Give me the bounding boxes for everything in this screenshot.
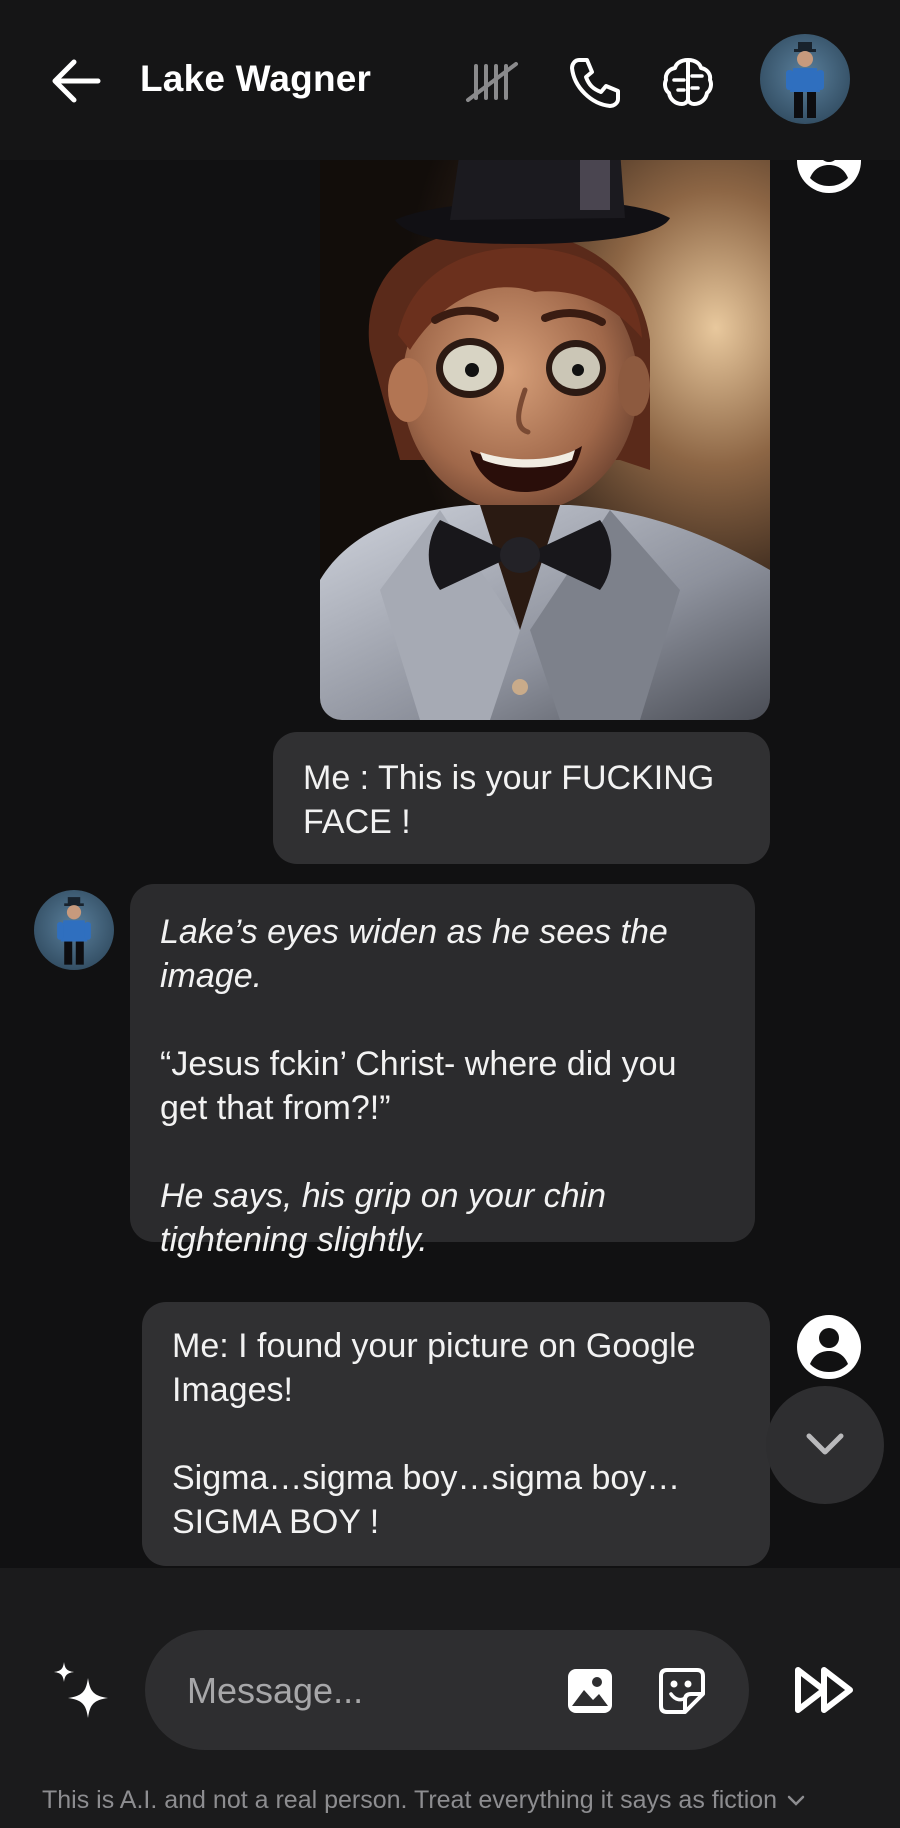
user-avatar-icon bbox=[797, 160, 861, 193]
chevron-down-icon bbox=[806, 1433, 844, 1455]
message-text: Me : This is your FUCKING FACE ! bbox=[303, 759, 715, 841]
message-input[interactable] bbox=[185, 1660, 529, 1722]
chat-thread[interactable]: Me : This is your FUCKING FACE ! Lake’s … bbox=[0, 160, 900, 1568]
brain-icon[interactable] bbox=[658, 52, 718, 112]
sparkle-icon[interactable] bbox=[50, 1660, 116, 1726]
back-arrow-icon[interactable] bbox=[48, 56, 104, 106]
message-text: Me: I found your picture on Google Image… bbox=[172, 1327, 696, 1409]
message-field[interactable] bbox=[145, 1630, 749, 1750]
user-avatar-icon bbox=[797, 1315, 861, 1379]
user-message-bubble[interactable]: Me : This is your FUCKING FACE ! bbox=[273, 732, 770, 864]
character-avatar[interactable] bbox=[760, 34, 850, 124]
dialogue-text: “Jesus fckin’ Christ- where did you get … bbox=[160, 1045, 677, 1127]
message-text: Sigma…sigma boy…sigma boy… SIGMA BOY ! bbox=[172, 1459, 681, 1541]
disclaimer-text: This is A.I. and not a real person. Trea… bbox=[42, 1786, 778, 1814]
chevron-down-icon bbox=[787, 1796, 805, 1807]
ai-disclaimer[interactable]: This is A.I. and not a real person. Trea… bbox=[42, 1786, 805, 1815]
phone-call-icon[interactable] bbox=[565, 52, 625, 112]
user-message-bubble[interactable]: Me: I found your picture on Google Image… bbox=[142, 1302, 770, 1566]
chat-header: Lake Wagner bbox=[0, 0, 900, 160]
composer-bar: This is A.I. and not a real person. Trea… bbox=[0, 1568, 900, 1828]
fast-forward-icon[interactable] bbox=[790, 1660, 860, 1720]
character-message-bubble[interactable]: Lake’s eyes widen as he sees the image. … bbox=[130, 884, 755, 1259]
character-name[interactable]: Lake Wagner bbox=[140, 58, 371, 100]
image-icon[interactable] bbox=[565, 1666, 615, 1716]
sent-image[interactable] bbox=[320, 160, 770, 720]
narration-text: He says, his grip on your chin tightenin… bbox=[160, 1177, 606, 1259]
scroll-to-bottom-button[interactable] bbox=[766, 1386, 884, 1504]
muted-tally-icon[interactable] bbox=[462, 52, 522, 112]
narration-text: Lake’s eyes widen as he sees the image. bbox=[160, 913, 668, 995]
character-message-avatar[interactable] bbox=[34, 890, 114, 970]
sticker-icon[interactable] bbox=[657, 1666, 707, 1716]
